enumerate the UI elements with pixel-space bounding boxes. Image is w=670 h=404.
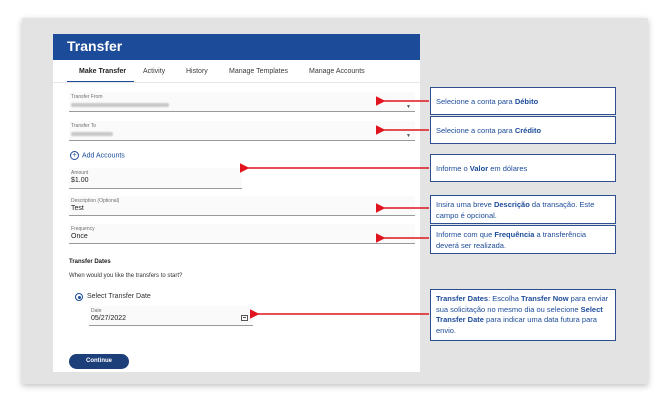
callout-text: Informe o (436, 164, 470, 173)
callout-frequencia: Informe com que Frequência a transferênc… (430, 225, 616, 254)
callout-bold: Crédito (514, 126, 542, 135)
callout-bold: Débito (514, 97, 539, 106)
callout-bold: Transfer Dates (436, 294, 489, 303)
callout-text: em dólares (488, 164, 528, 173)
callout-transfer-dates: Transfer Dates: Escolha Transfer Now par… (430, 289, 616, 341)
callout-text: Insira uma breve (436, 200, 494, 209)
callout-credito: Selecione a conta para Crédito (430, 116, 616, 144)
callout-bold: Frequência (494, 230, 535, 239)
callout-valor: Informe o Valor em dólares (430, 154, 616, 182)
callout-text: Selecione a conta para (436, 97, 515, 106)
callout-bold: Descrição (493, 200, 530, 209)
callout-text: Informe com que (436, 230, 495, 239)
callout-bold: Valor (469, 164, 489, 173)
callout-debito: Selecione a conta para Débito (430, 87, 616, 115)
callout-bold: Transfer Now (521, 294, 569, 303)
callout-descricao: Insira uma breve Descrição da transação.… (430, 195, 616, 224)
callout-text: : Escolha (488, 294, 522, 303)
callout-text: Selecione a conta para (436, 126, 515, 135)
